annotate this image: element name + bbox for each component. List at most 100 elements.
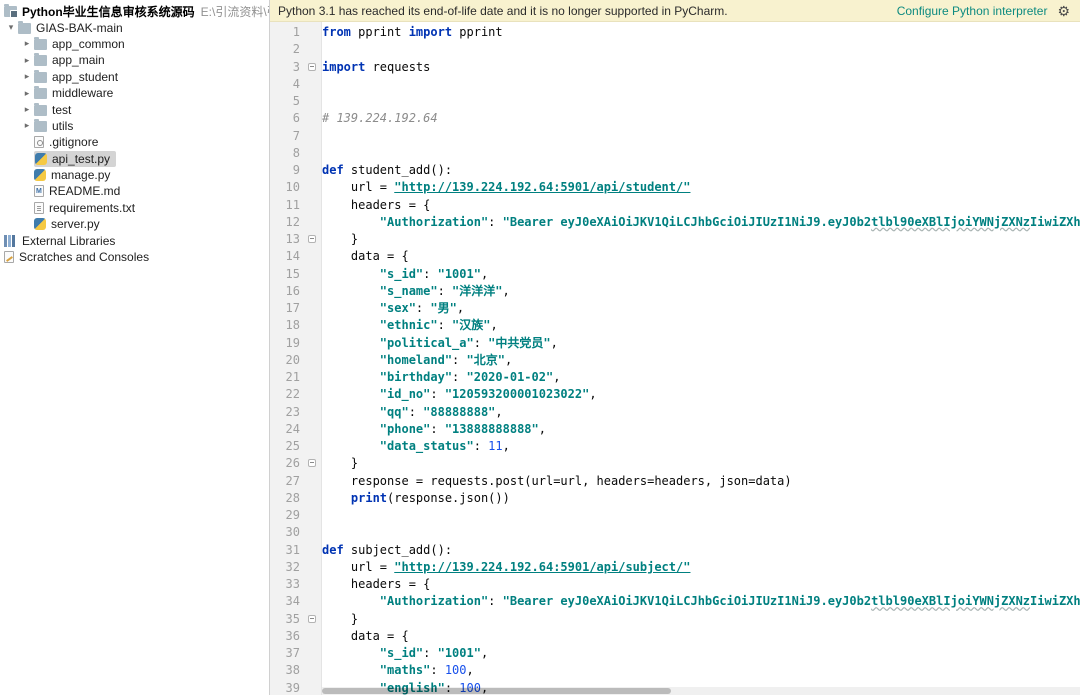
code-text[interactable]: "qq": "88888888", bbox=[322, 404, 503, 421]
code-text[interactable]: url = "http://139.224.192.64:5901/api/st… bbox=[322, 179, 691, 196]
code-text[interactable]: from pprint import pprint bbox=[322, 24, 503, 41]
code-line: 3 import requests bbox=[270, 59, 1080, 76]
tree-item-gias-bak-main[interactable]: ▾ GIAS-BAK-main bbox=[0, 19, 269, 35]
chevron-down-icon[interactable]: ▾ bbox=[4, 22, 18, 33]
fold-marker-icon[interactable] bbox=[308, 62, 316, 71]
horizontal-scrollbar-thumb[interactable] bbox=[322, 688, 671, 694]
code-text[interactable]: "Authorization": "Bearer eyJ0eXAiOiJKV1Q… bbox=[322, 214, 1080, 231]
horizontal-scrollbar[interactable] bbox=[322, 687, 1080, 695]
code-text[interactable]: "id_no": "120593200001023022", bbox=[322, 386, 597, 403]
code-line: 13 } bbox=[270, 231, 1080, 248]
code-text[interactable] bbox=[322, 145, 329, 162]
code-text[interactable]: url = "http://139.224.192.64:5901/api/su… bbox=[322, 559, 691, 576]
project-root-item[interactable]: Python毕业生信息审核系统源码 E:\引流资料\引流资料科 bbox=[0, 3, 269, 19]
folder-icon bbox=[34, 69, 47, 83]
tree-item-app-main[interactable]: ▸ app_main bbox=[0, 52, 269, 68]
tree-item-app-common[interactable]: ▸ app_common bbox=[0, 36, 269, 52]
fold-column bbox=[302, 24, 322, 41]
code-text[interactable] bbox=[322, 93, 329, 110]
code-text[interactable]: "s_name": "洋洋洋", bbox=[322, 283, 510, 300]
code-text[interactable]: # 139.224.192.64 bbox=[322, 110, 438, 127]
fold-marker-icon[interactable] bbox=[308, 614, 316, 623]
tree-item-requirements-txt[interactable]: requirements.txt bbox=[0, 200, 269, 216]
code-text[interactable]: data = { bbox=[322, 248, 409, 265]
tree-item-scratches-and-consoles[interactable]: Scratches and Consoles bbox=[0, 249, 269, 265]
tree-item-external-libraries[interactable]: External Libraries bbox=[0, 232, 269, 248]
code-text[interactable]: } bbox=[322, 231, 358, 248]
code-token: import bbox=[408, 25, 453, 39]
configure-interpreter-link[interactable]: Configure Python interpreter bbox=[897, 4, 1048, 18]
code-editor[interactable]: 1 from pprint import pprint 2 3 import requ… bbox=[270, 22, 1080, 695]
code-line: 11 headers = { bbox=[270, 197, 1080, 214]
code-text[interactable]: } bbox=[322, 455, 358, 472]
line-number: 38 bbox=[285, 663, 300, 678]
settings-gear-icon[interactable]: ⚙ bbox=[1057, 4, 1070, 18]
tree-item-test[interactable]: ▸ test bbox=[0, 101, 269, 117]
code-text[interactable]: def student_add(): bbox=[322, 162, 452, 179]
code-text[interactable]: print(response.json()) bbox=[322, 490, 510, 507]
code-token: import bbox=[322, 59, 366, 74]
code-text[interactable]: headers = { bbox=[322, 576, 430, 593]
chevron-right-icon[interactable]: ▸ bbox=[20, 55, 34, 66]
fold-column bbox=[302, 369, 322, 386]
eol-banner: Python 3.1 has reached its end-of-life d… bbox=[270, 0, 1080, 22]
tree-item-gitignore[interactable]: .gitignore bbox=[0, 134, 269, 150]
code-text[interactable]: data = { bbox=[322, 628, 409, 645]
line-number: 2 bbox=[292, 42, 300, 57]
code-token: print bbox=[350, 490, 388, 505]
tree-item-middleware[interactable]: ▸ middleware bbox=[0, 85, 269, 101]
chevron-right-icon[interactable]: ▸ bbox=[20, 71, 34, 82]
chevron-right-icon[interactable]: ▸ bbox=[20, 104, 34, 115]
code-text[interactable]: "homeland": "北京", bbox=[322, 352, 512, 369]
code-text[interactable]: "ethnic": "汉族", bbox=[322, 317, 498, 334]
code-text[interactable]: "political_a": "中共党员", bbox=[322, 335, 558, 352]
code-text[interactable]: "maths": 100, bbox=[322, 662, 474, 679]
code-text[interactable]: "s_id": "1001", bbox=[322, 266, 488, 283]
code-text[interactable]: "data_status": 11, bbox=[322, 438, 510, 455]
code-text[interactable]: "s_id": "1001", bbox=[322, 645, 488, 662]
code-token: , bbox=[538, 421, 546, 436]
code-text[interactable]: } bbox=[322, 611, 358, 628]
folder-icon bbox=[34, 102, 47, 116]
code-line: 36 data = { bbox=[270, 628, 1080, 645]
tree-item-api-test-py[interactable]: api_test.py bbox=[0, 150, 269, 167]
code-text[interactable]: "Authorization": "Bearer eyJ0eXAiOiJKV1Q… bbox=[322, 593, 1080, 610]
code-text[interactable]: response = requests.post(url=url, header… bbox=[322, 473, 792, 490]
code-token: "phone" bbox=[379, 421, 431, 436]
line-number: 22 bbox=[285, 387, 300, 402]
fold-column bbox=[302, 266, 322, 283]
code-text[interactable]: import requests bbox=[322, 59, 430, 76]
tree-item-server-py[interactable]: server.py bbox=[0, 216, 269, 232]
code-text[interactable] bbox=[322, 524, 329, 541]
code-token: "男" bbox=[430, 301, 457, 315]
chevron-right-icon[interactable]: ▸ bbox=[20, 120, 34, 131]
tree-item-utils[interactable]: ▸ utils bbox=[0, 118, 269, 134]
code-text[interactable]: headers = { bbox=[322, 197, 430, 214]
code-text[interactable]: "sex": "男", bbox=[322, 300, 464, 317]
chevron-right-icon[interactable]: ▸ bbox=[20, 38, 34, 49]
line-number: 31 bbox=[285, 542, 300, 557]
code-text[interactable]: "birthday": "2020-01-02", bbox=[322, 369, 561, 386]
code-text[interactable] bbox=[322, 128, 329, 145]
chevron-right-icon[interactable]: ▸ bbox=[20, 88, 34, 99]
tree-item-readme-md[interactable]: README.md bbox=[0, 183, 269, 199]
tree-item-app-student[interactable]: ▸ app_student bbox=[0, 69, 269, 85]
code-text[interactable]: def subject_add(): bbox=[322, 542, 452, 559]
project-tree: ▾ GIAS-BAK-main ▸ app_common ▸ app_main ▸ app_s… bbox=[0, 19, 269, 265]
fold-marker-icon[interactable] bbox=[308, 459, 316, 468]
code-token: "data_status" bbox=[379, 439, 474, 453]
fold-marker-icon[interactable] bbox=[308, 235, 316, 243]
code-token: "Bearer eyJ0eXAiOiJKV1QiLCJhbGciOiJIUzI1… bbox=[502, 214, 872, 229]
code-token: "1001" bbox=[437, 266, 481, 281]
code-text[interactable] bbox=[322, 41, 329, 58]
code-text[interactable] bbox=[322, 507, 329, 524]
code-token: , bbox=[456, 301, 465, 315]
tree-item-manage-py[interactable]: manage.py bbox=[0, 167, 269, 183]
code-line: 38 "maths": 100, bbox=[270, 662, 1080, 679]
code-text[interactable] bbox=[322, 76, 329, 93]
code-text[interactable]: "phone": "13888888888", bbox=[322, 421, 546, 438]
line-number: 9 bbox=[292, 163, 300, 177]
